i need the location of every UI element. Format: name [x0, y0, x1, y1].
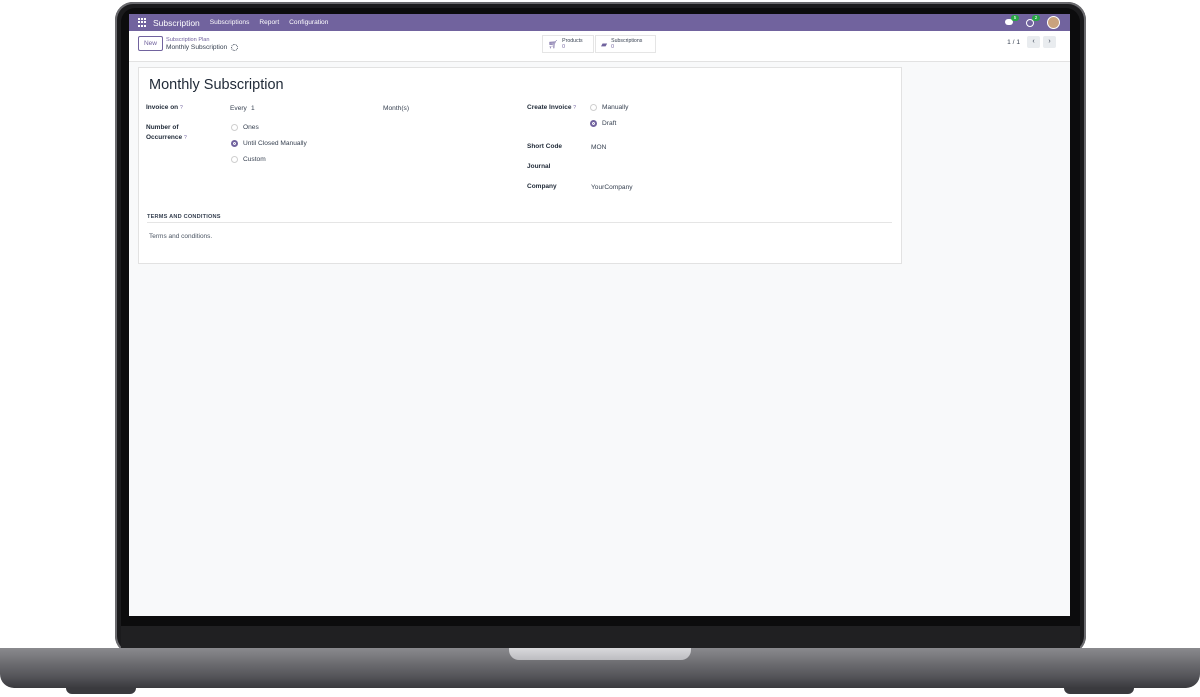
- messages-count-badge: 5: [1011, 14, 1019, 21]
- create-invoice-label-text: Create Invoice: [527, 104, 572, 111]
- breadcrumb-parent[interactable]: Subscription Plan: [166, 37, 210, 43]
- short-code-label: Short Code: [527, 143, 563, 150]
- pager-value[interactable]: 1 / 1: [1007, 39, 1020, 46]
- create-invoice-option-label: Draft: [602, 120, 617, 127]
- create-invoice-label: Create Invoice ?: [527, 103, 576, 113]
- journal-label: Journal: [527, 163, 551, 170]
- occurrence-label: Number of Occurrence ?: [146, 123, 187, 143]
- company-input[interactable]: YourCompany: [591, 183, 633, 193]
- help-icon[interactable]: ?: [180, 105, 183, 111]
- laptop-bezel-bottom: [121, 626, 1080, 648]
- create-invoice-option-manually[interactable]: Manually: [590, 104, 628, 111]
- menu-subscriptions[interactable]: Subscriptions: [210, 19, 250, 26]
- activities-count-badge: 2: [1032, 14, 1040, 21]
- pager: 1 / 1 ‹ ›: [1007, 36, 1056, 48]
- journal-input[interactable]: [591, 163, 741, 173]
- gear-icon[interactable]: [231, 44, 239, 51]
- occurrence-option-ones[interactable]: Ones: [231, 124, 259, 131]
- radio-icon: [590, 104, 597, 111]
- occurrence-option-until-closed[interactable]: Until Closed Manually: [231, 140, 307, 147]
- every-value-input[interactable]: 1: [251, 104, 255, 114]
- occurrence-option-label: Ones: [243, 124, 259, 131]
- breadcrumb-current: Monthly Subscription: [166, 44, 239, 51]
- record-title[interactable]: Monthly Subscription: [149, 77, 284, 93]
- radio-icon: [231, 156, 238, 163]
- app-brand[interactable]: Subscription: [153, 18, 200, 28]
- new-button[interactable]: New: [138, 36, 163, 51]
- apps-grid-icon[interactable]: [138, 18, 147, 27]
- radio-selected-icon: [590, 120, 597, 127]
- terms-header: TERMS AND CONDITIONS: [147, 214, 221, 220]
- terms-textarea[interactable]: Terms and conditions.: [149, 233, 212, 240]
- help-icon[interactable]: ?: [573, 105, 576, 111]
- company-label: Company: [527, 183, 557, 190]
- occurrence-label-line1: Number of: [146, 124, 179, 131]
- occurrence-option-custom[interactable]: Custom: [231, 156, 266, 163]
- subscriptions-smart-button[interactable]: ▰ Subscriptions 0: [595, 35, 656, 53]
- user-avatar[interactable]: [1047, 16, 1060, 29]
- menu-report[interactable]: Report: [259, 19, 279, 26]
- terms-divider: [147, 222, 892, 223]
- radio-icon: [231, 124, 238, 131]
- create-invoice-option-label: Manually: [602, 104, 629, 111]
- laptop-notch: [509, 648, 691, 660]
- short-code-input[interactable]: MON: [591, 143, 606, 153]
- subscriptions-count: 0: [611, 44, 615, 50]
- invoice-on-label: Invoice on ?: [146, 103, 183, 113]
- form-sheet: Monthly Subscription Invoice on ? Every …: [138, 67, 902, 264]
- subscriptions-label: Subscriptions: [611, 38, 643, 44]
- breadcrumb-current-label: Monthly Subscription: [166, 44, 228, 51]
- period-unit-select[interactable]: Month(s): [383, 104, 409, 114]
- top-navbar: Subscription Subscriptions Report Config…: [129, 14, 1070, 31]
- create-invoice-option-draft[interactable]: Draft: [590, 120, 616, 127]
- pager-previous-button[interactable]: ‹: [1027, 36, 1040, 48]
- laptop-foot-left: [66, 688, 136, 694]
- pager-next-button[interactable]: ›: [1043, 36, 1056, 48]
- occurrence-option-label: Until Closed Manually: [243, 140, 307, 147]
- menu-configuration[interactable]: Configuration: [289, 19, 328, 26]
- occurrence-option-label: Custom: [243, 156, 266, 163]
- laptop-foot-right: [1064, 688, 1134, 694]
- invoice-on-label-text: Invoice on: [146, 104, 179, 111]
- help-icon[interactable]: ?: [184, 135, 187, 141]
- control-panel: New Subscription Plan Monthly Subscripti…: [129, 31, 1070, 62]
- cart-icon: 🛒︎: [548, 39, 559, 49]
- messages-button[interactable]: 5: [1005, 14, 1019, 27]
- activities-button[interactable]: 2: [1026, 14, 1040, 27]
- every-label: Every: [230, 105, 247, 112]
- occurrence-label-line2: Occurrence: [146, 134, 183, 141]
- products-count: 0: [562, 44, 566, 50]
- products-label: Products: [562, 38, 583, 44]
- screen: Subscription Subscriptions Report Config…: [129, 14, 1070, 616]
- radio-selected-icon: [231, 140, 238, 147]
- book-icon: ▰: [601, 39, 608, 49]
- products-smart-button[interactable]: 🛒︎ Products 0: [542, 35, 594, 53]
